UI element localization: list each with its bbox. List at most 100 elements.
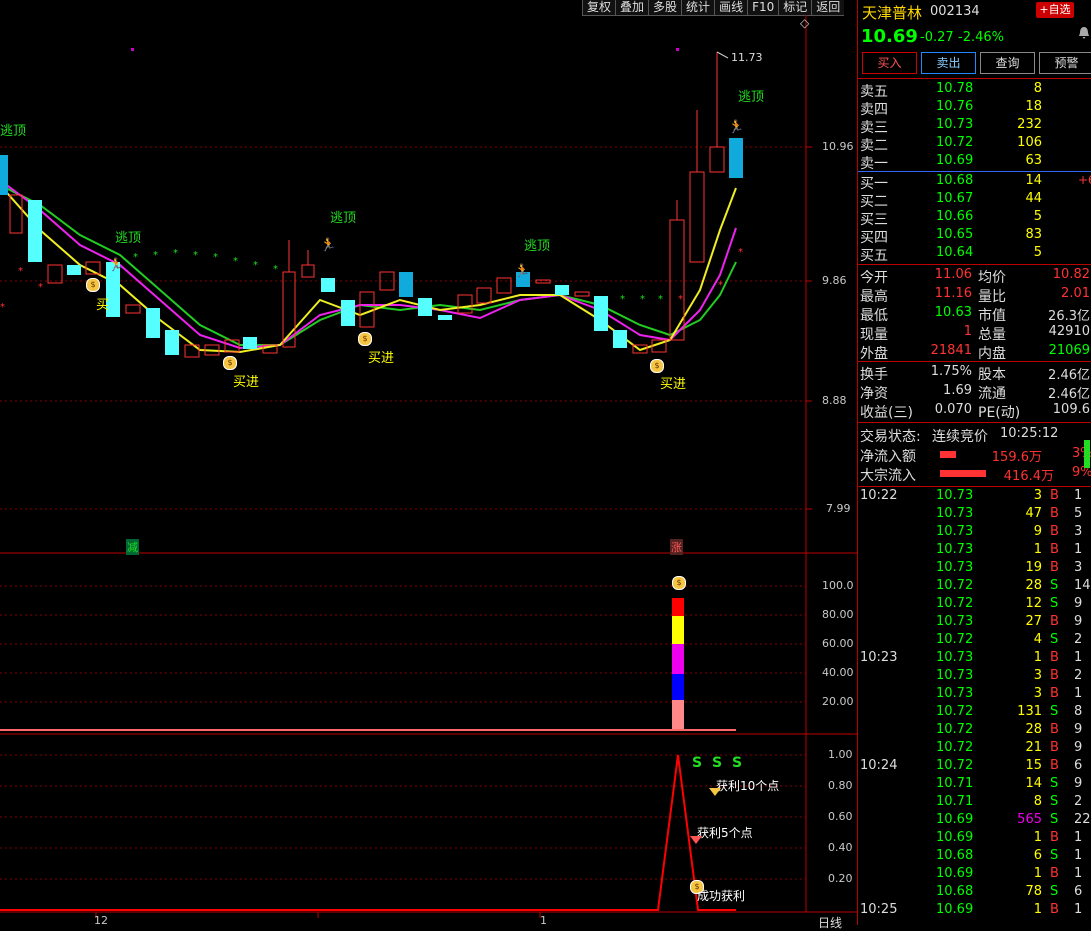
tick-volume: 15 (1025, 758, 1042, 773)
trade-status-label: 交易状态: (860, 429, 921, 445)
alert-button[interactable]: 预警 (1039, 52, 1091, 74)
stat-row: 现量 1 总量 42910 (858, 324, 1091, 343)
flow-value: 159.6万 (991, 450, 1042, 465)
bid-volume: 14 (1025, 173, 1042, 188)
flow-value: 416.4万 (1003, 469, 1054, 484)
stat-value: 11.06 (934, 267, 972, 282)
ask-row[interactable]: 卖四 10.76 18 (858, 99, 1091, 118)
tick-side: B (1050, 614, 1059, 629)
price-axis-label: 9.86 (822, 274, 847, 287)
tick-side: S (1050, 632, 1059, 647)
tick-price: 10.73 (936, 524, 974, 539)
tick-side: B (1050, 488, 1059, 503)
stat-row: 收益(三) 0.070 PE(动) 109.6 (858, 402, 1091, 421)
tick-row: 10.73 3 B 2 (858, 668, 1091, 686)
tick-count: 14 (1074, 578, 1091, 593)
stat-value: 109.6 (1052, 402, 1090, 417)
profit-axis-label: 0.80 (828, 779, 853, 792)
tick-volume: 3 (1033, 668, 1042, 683)
stat-value: 2.46亿 (1048, 368, 1090, 383)
tick-volume: 3 (1033, 686, 1042, 701)
tick-count: 5 (1074, 506, 1083, 521)
tick-time: 10:25 (860, 902, 898, 917)
tick-side: B (1050, 668, 1059, 683)
query-button[interactable]: 查询 (980, 52, 1035, 74)
money-bag-icon: $ (223, 356, 237, 370)
tick-row: 10:24 10.72 15 B 6 (858, 758, 1091, 776)
bid-row[interactable]: 买三 10.66 5 (858, 209, 1091, 228)
svg-text:*: * (18, 266, 23, 277)
tick-side: B (1050, 830, 1059, 845)
tick-price: 10.72 (936, 704, 974, 719)
ask-row[interactable]: 卖二 10.72 106 (858, 135, 1091, 154)
current-price: 10.69 (861, 26, 918, 47)
tick-count: 9 (1074, 722, 1083, 737)
scroll-indicator[interactable] (1084, 440, 1090, 468)
indicator-axis-label: 40.00 (822, 666, 854, 679)
ask-row[interactable]: 卖三 10.73 232 (858, 117, 1091, 136)
profit-5-label: 获利5个点 (697, 826, 753, 840)
bid-price: 10.67 (936, 191, 974, 206)
stat-value: 26.3亿 (1048, 309, 1090, 324)
profit-axis-label: 0.60 (828, 810, 853, 823)
buy-button[interactable]: 买入 (862, 52, 917, 74)
trade-status-row: 交易状态: 连续竞价 10:25:12 (858, 426, 1091, 445)
tick-price: 10.73 (936, 488, 974, 503)
tick-count: 2 (1074, 632, 1083, 647)
bid-label: 买三 (860, 212, 888, 228)
tick-count: 22 (1074, 812, 1091, 827)
period-label[interactable]: 日线 (818, 914, 842, 931)
bid-row[interactable]: 买四 10.65 83 (858, 227, 1091, 246)
svg-text:*: * (38, 282, 43, 293)
profit-axis-label: 1.00 (828, 748, 853, 761)
add-watchlist-button[interactable]: +自选 (1036, 2, 1074, 18)
ask-price: 10.72 (936, 135, 974, 150)
money-bag-icon: $ (672, 576, 686, 590)
tick-volume: 8 (1033, 794, 1042, 809)
tick-volume: 28 (1025, 578, 1042, 593)
sell-button[interactable]: 卖出 (921, 52, 976, 74)
ask-row[interactable]: 卖一 10.69 63 (858, 153, 1091, 172)
bid-row[interactable]: 买二 10.67 44 (858, 191, 1091, 210)
tick-side: B (1050, 560, 1059, 575)
high-pointer (716, 51, 729, 59)
tick-side: S (1050, 578, 1059, 593)
price-change-pct: -2.46% (958, 30, 1004, 45)
tick-count: 1 (1074, 488, 1083, 503)
stat-label: 最低 (860, 308, 888, 324)
svg-text:*: * (193, 250, 198, 261)
tick-count: 9 (1074, 614, 1083, 629)
stat-value: 1 (963, 324, 972, 339)
ask-price: 10.73 (936, 117, 974, 132)
svg-text:*: * (173, 248, 178, 259)
stat-label: 内盘 (978, 346, 1006, 362)
success-profit-label: 成功获利 (697, 889, 746, 903)
bell-icon[interactable] (1078, 26, 1090, 40)
bid-row[interactable]: 买五 10.64 5 (858, 245, 1091, 264)
diamond-icon[interactable]: ◇ (800, 16, 809, 30)
stat-row: 最高 11.16 量比 2.01 (858, 286, 1091, 305)
tick-volume: 78 (1025, 884, 1042, 899)
tick-side: B (1050, 722, 1059, 737)
bid-row[interactable]: 买一 10.68 14 +6 (858, 173, 1091, 192)
ask-volume: 106 (1017, 135, 1042, 150)
stat-value: 21841 (930, 343, 972, 358)
stat-value: 10.82 (1052, 267, 1090, 282)
tick-count: 1 (1074, 542, 1083, 557)
tick-row: 10.73 47 B 5 (858, 506, 1091, 524)
stat-label: 股本 (978, 367, 1006, 383)
money-bag-icon: $ (358, 332, 372, 346)
money-bag-icon: $ (86, 278, 100, 292)
svg-text:*: * (718, 280, 723, 291)
tick-price: 10.72 (936, 578, 974, 593)
stat-label: 最高 (860, 289, 888, 305)
svg-text:*: * (253, 260, 258, 271)
ask-row[interactable]: 卖五 10.78 8 (858, 81, 1091, 100)
tick-price: 10.69 (936, 866, 974, 881)
bid-extra: +6 (1078, 173, 1091, 187)
tick-price: 10.72 (936, 722, 974, 737)
tick-price: 10.71 (936, 794, 974, 809)
tick-side: B (1050, 866, 1059, 881)
stat-label: PE(动) (978, 405, 1021, 421)
tick-price: 10.73 (936, 650, 974, 665)
